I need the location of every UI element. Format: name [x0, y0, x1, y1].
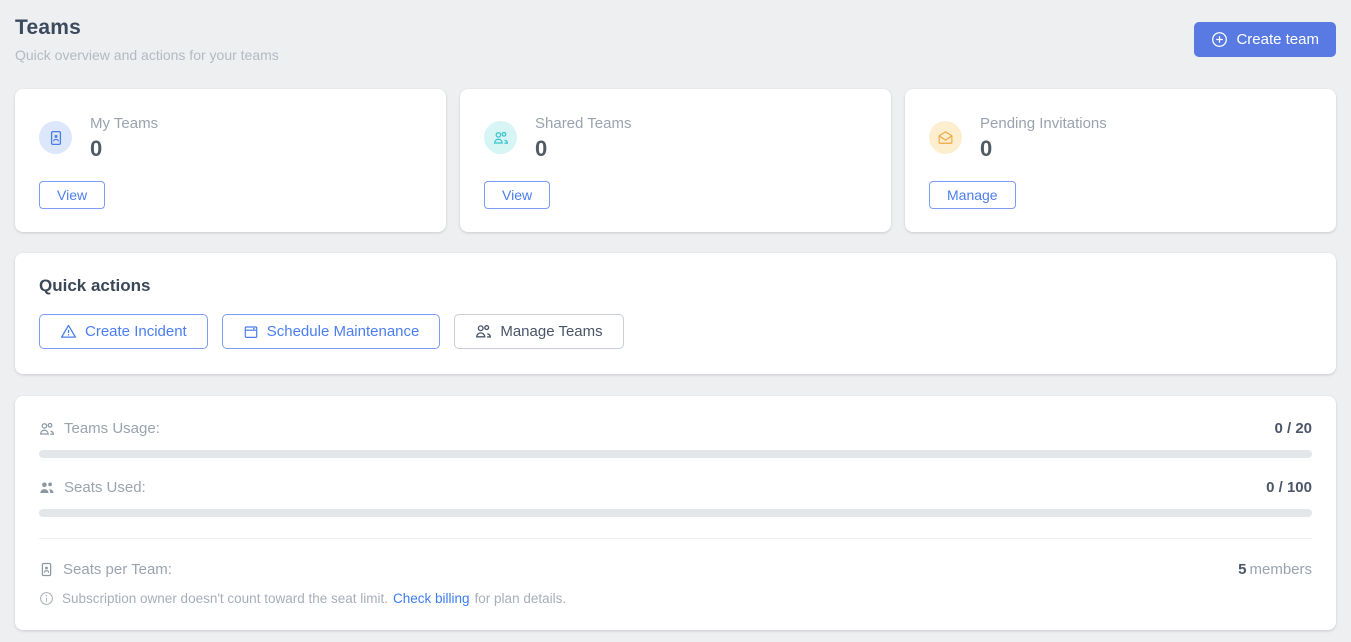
team-filled-icon: [39, 480, 55, 496]
stat-value: 0: [980, 138, 1107, 160]
team-icon: [484, 121, 517, 154]
check-billing-link[interactable]: Check billing: [393, 591, 470, 606]
seats-used-label-group: Seats Used:: [39, 479, 146, 496]
calendar-icon: [243, 324, 259, 340]
seats-per-team-label: Seats per Team:: [63, 561, 172, 578]
stat-label: Shared Teams: [535, 115, 631, 132]
stat-text: Pending Invitations 0: [980, 115, 1107, 160]
stat-text: My Teams 0: [90, 115, 158, 160]
seats-used-block: Seats Used: 0 / 100: [39, 479, 1312, 517]
page-subtitle: Quick overview and actions for your team…: [15, 47, 279, 63]
manage-teams-label: Manage Teams: [500, 323, 602, 340]
schedule-maintenance-button[interactable]: Schedule Maintenance: [222, 314, 441, 349]
stat-label: Pending Invitations: [980, 115, 1107, 132]
stat-top: Shared Teams 0: [484, 115, 867, 160]
teams-usage-progress: [39, 450, 1312, 458]
my-teams-card: My Teams 0 View: [15, 89, 446, 232]
quick-actions-buttons: Create Incident Schedule Maintenance Man…: [39, 314, 1312, 349]
stat-top: My Teams 0: [39, 115, 422, 160]
mail-open-icon: [929, 121, 962, 154]
create-team-button[interactable]: Create team: [1194, 22, 1336, 57]
stat-value: 0: [535, 138, 631, 160]
plus-circle-icon: [1211, 31, 1228, 48]
view-my-teams-button[interactable]: View: [39, 181, 105, 209]
team-outline-icon: [39, 421, 55, 437]
stats-row: My Teams 0 View Shared Teams 0 View: [15, 89, 1336, 232]
page-header: Teams Quick overview and actions for you…: [15, 12, 1336, 63]
seats-per-team-value: 5members: [1238, 561, 1312, 578]
id-badge-icon: [39, 121, 72, 154]
pending-invitations-card: Pending Invitations 0 Manage: [905, 89, 1336, 232]
create-incident-label: Create Incident: [85, 323, 187, 340]
create-team-label: Create team: [1236, 31, 1319, 48]
shared-teams-card: Shared Teams 0 View: [460, 89, 891, 232]
teams-page: Teams Quick overview and actions for you…: [0, 0, 1351, 642]
quick-actions-title: Quick actions: [39, 276, 1312, 296]
id-badge-icon: [39, 562, 54, 577]
seats-used-progress: [39, 509, 1312, 517]
manage-teams-button[interactable]: Manage Teams: [454, 314, 623, 349]
stat-text: Shared Teams 0: [535, 115, 631, 160]
usage-divider: [39, 538, 1312, 539]
schedule-maintenance-label: Schedule Maintenance: [267, 323, 420, 340]
teams-usage-label: Teams Usage:: [64, 420, 160, 437]
seats-per-team-label-group: Seats per Team:: [39, 561, 172, 578]
seats-per-team-number: 5: [1238, 561, 1246, 578]
warning-icon: [60, 323, 77, 340]
teams-usage-block: Teams Usage: 0 / 20: [39, 420, 1312, 458]
seats-per-team-row: Seats per Team: 5members: [39, 561, 1312, 578]
usage-head: Teams Usage: 0 / 20: [39, 420, 1312, 437]
usage-panel: Teams Usage: 0 / 20 Seats Used: 0 / 100: [15, 396, 1336, 630]
teams-usage-value: 0 / 20: [1274, 420, 1312, 437]
seats-used-value: 0 / 100: [1266, 479, 1312, 496]
note-text: Subscription owner doesn't count toward …: [62, 591, 388, 606]
teams-usage-label-group: Teams Usage:: [39, 420, 160, 437]
usage-head: Seats Used: 0 / 100: [39, 479, 1312, 496]
stat-value: 0: [90, 138, 158, 160]
create-incident-button[interactable]: Create Incident: [39, 314, 208, 349]
team-icon: [475, 323, 492, 340]
info-icon: [39, 591, 62, 606]
quick-actions-panel: Quick actions Create Incident Schedule M…: [15, 253, 1336, 374]
seat-limit-note: Subscription owner doesn't count toward …: [39, 591, 1312, 606]
note-suffix: for plan details.: [475, 591, 567, 606]
seats-per-team-unit: members: [1249, 561, 1312, 578]
stat-label: My Teams: [90, 115, 158, 132]
view-shared-teams-button[interactable]: View: [484, 181, 550, 209]
page-title: Teams: [15, 16, 279, 40]
stat-top: Pending Invitations 0: [929, 115, 1312, 160]
page-header-text: Teams Quick overview and actions for you…: [15, 12, 279, 63]
manage-invitations-button[interactable]: Manage: [929, 181, 1016, 209]
seats-used-label: Seats Used:: [64, 479, 146, 496]
